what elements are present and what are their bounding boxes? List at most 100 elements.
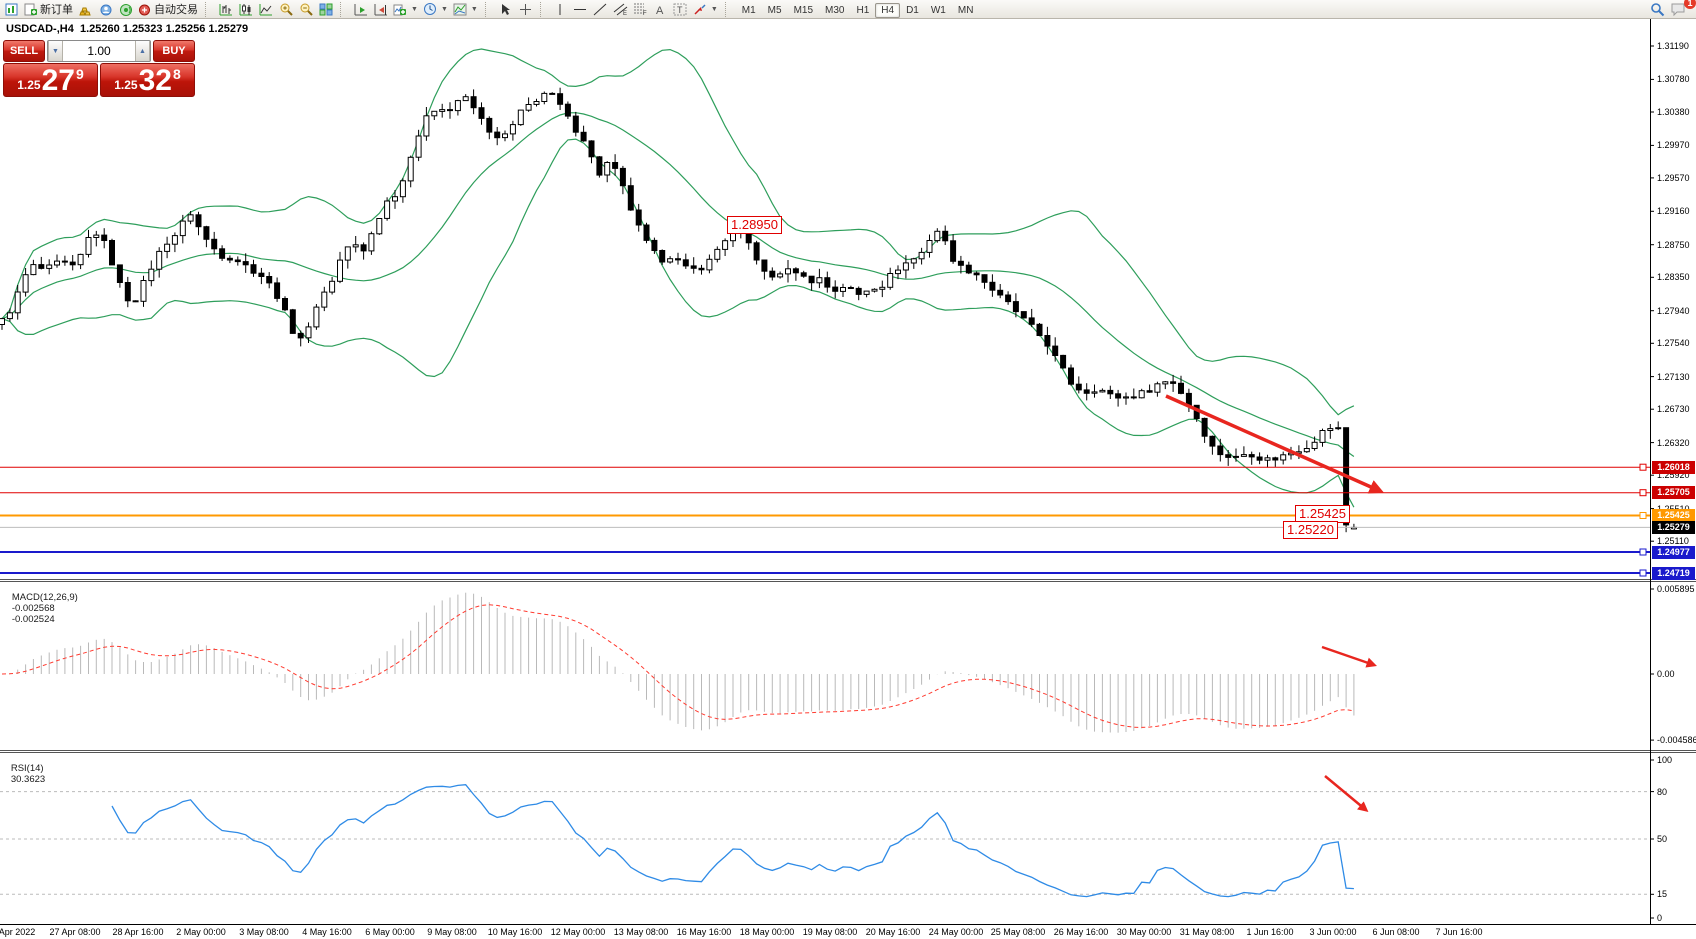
timeframe-M5[interactable]: M5	[762, 3, 788, 18]
horizontal-line-icon	[573, 3, 587, 16]
bar-chart-button[interactable]	[216, 1, 235, 18]
channel-button[interactable]: E	[611, 1, 630, 18]
crosshair-button[interactable]	[516, 1, 535, 18]
rsi-name: RSI(14)	[11, 763, 44, 774]
buy-button[interactable]: BUY	[153, 40, 195, 62]
text-label-icon: T	[673, 3, 687, 16]
notification-badge: 1	[1684, 0, 1696, 9]
svg-text:E: E	[623, 11, 627, 16]
mt4-terminal: 新订单 自动交易 ▼ ▼ ▼ E F A T ▼ M1	[0, 0, 1696, 939]
chart-window: 1.311901.307801.303801.299701.295701.291…	[0, 19, 1696, 939]
rsi-value: 30.3623	[11, 774, 45, 785]
volume-input[interactable]	[63, 41, 135, 61]
chevron-down-icon: ▼	[441, 6, 448, 13]
autotrading-label: 自动交易	[154, 1, 198, 17]
horizontal-line-button[interactable]	[571, 1, 590, 18]
buy-price-box[interactable]: 1.25 32 8	[100, 63, 195, 97]
text-button[interactable]: A	[651, 1, 670, 18]
trendline-icon	[593, 3, 607, 16]
chart-shift-icon	[374, 3, 388, 16]
candles	[0, 88, 1356, 533]
zoom-in-button[interactable]	[276, 1, 295, 18]
vertical-line-button[interactable]	[551, 1, 570, 18]
equidistant-channel-icon: E	[613, 2, 628, 16]
horizontal-level-lines[interactable]	[0, 464, 1650, 576]
text-label-button[interactable]: T	[671, 1, 690, 18]
volume-stepper: ▼ ▲	[47, 40, 151, 62]
new-order-icon	[24, 3, 37, 16]
fibonacci-icon: F	[633, 2, 648, 16]
chart-title: USDCAD-,H4 1.25260 1.25323 1.25256 1.252…	[6, 23, 248, 35]
buy-price-small: 1.25	[114, 78, 137, 92]
timeframe-M15[interactable]: M15	[788, 3, 819, 18]
search-icon	[1650, 2, 1665, 17]
volume-increase-button[interactable]: ▲	[135, 41, 150, 61]
autotrading-icon	[138, 3, 151, 16]
new-order-label: 新订单	[40, 1, 73, 17]
templates-button[interactable]: ▼	[451, 1, 480, 18]
indicators-button[interactable]: ▼	[391, 1, 420, 18]
new-order-button[interactable]: 新订单	[22, 1, 75, 18]
macd-name: MACD(12,26,9)	[12, 592, 78, 603]
macd-value-2: -0.002524	[12, 614, 55, 625]
svg-text:A: A	[656, 5, 664, 16]
timeframe-M1[interactable]: M1	[736, 3, 762, 18]
fibonacci-button[interactable]: F	[631, 1, 650, 18]
tile-windows-icon	[319, 3, 333, 16]
tile-windows-button[interactable]	[316, 1, 335, 18]
community-icon	[99, 3, 113, 16]
market-watch-button[interactable]	[76, 1, 95, 18]
arrow-objects-icon	[693, 3, 707, 16]
toolbar-separator	[540, 2, 547, 17]
volume-decrease-button[interactable]: ▼	[48, 41, 63, 61]
trendline-button[interactable]	[591, 1, 610, 18]
chart-window-icon[interactable]	[2, 1, 21, 18]
svg-text:F: F	[643, 11, 647, 16]
signals-icon	[119, 3, 133, 16]
timeframe-H4[interactable]: H4	[875, 3, 900, 18]
timeframe-D1[interactable]: D1	[900, 3, 925, 18]
auto-scroll-icon	[354, 3, 368, 16]
rsi-indicator-label: RSI(14) 30.3623	[0, 752, 45, 796]
autotrading-button[interactable]: 自动交易	[136, 1, 200, 18]
rsi-line	[112, 785, 1354, 897]
periods-button[interactable]: ▼	[421, 1, 450, 18]
zoom-out-button[interactable]	[296, 1, 315, 18]
timeframe-W1[interactable]: W1	[925, 3, 952, 18]
timeframe-MN[interactable]: MN	[952, 3, 980, 18]
indicators-icon	[393, 3, 407, 16]
crosshair-icon	[519, 3, 532, 16]
candlestick-chart-button[interactable]	[236, 1, 255, 18]
sell-price-big: 27	[42, 66, 75, 96]
bar-chart-icon	[219, 3, 233, 16]
timeframe-M30[interactable]: M30	[819, 3, 850, 18]
sell-button[interactable]: SELL	[3, 40, 45, 62]
chevron-down-icon: ▼	[411, 6, 418, 13]
auto-scroll-button[interactable]	[351, 1, 370, 18]
chevron-down-icon: ▼	[471, 6, 478, 13]
rsi-levels	[0, 792, 1650, 895]
signals-button[interactable]	[116, 1, 135, 18]
text-icon: A	[654, 3, 666, 16]
line-chart-button[interactable]	[256, 1, 275, 18]
notifications-button[interactable]: 1	[1668, 1, 1688, 18]
toolbar-separator	[725, 2, 732, 17]
buy-price-sup: 8	[173, 66, 181, 82]
cursor-button[interactable]	[496, 1, 515, 18]
chart-canvas[interactable]	[0, 19, 1696, 939]
arrows-button[interactable]: ▼	[691, 1, 720, 18]
sell-price-box[interactable]: 1.25 27 9	[3, 63, 98, 97]
community-button[interactable]	[96, 1, 115, 18]
sell-price-small: 1.25	[17, 78, 40, 92]
chart-shift-button[interactable]	[371, 1, 390, 18]
chevron-down-icon: ▼	[711, 6, 718, 13]
chart-frame	[0, 19, 1696, 925]
gold-bars-icon	[79, 3, 93, 16]
sell-price-sup: 9	[76, 66, 84, 82]
cursor-icon	[499, 3, 511, 16]
timeframe-H1[interactable]: H1	[850, 3, 875, 18]
one-click-trading-panel: SELL ▼ ▲ BUY 1.25 27 9 1.25 32 8	[3, 40, 195, 97]
toolbar-separator	[485, 2, 492, 17]
search-button[interactable]	[1648, 1, 1667, 18]
svg-text:T: T	[677, 5, 683, 15]
